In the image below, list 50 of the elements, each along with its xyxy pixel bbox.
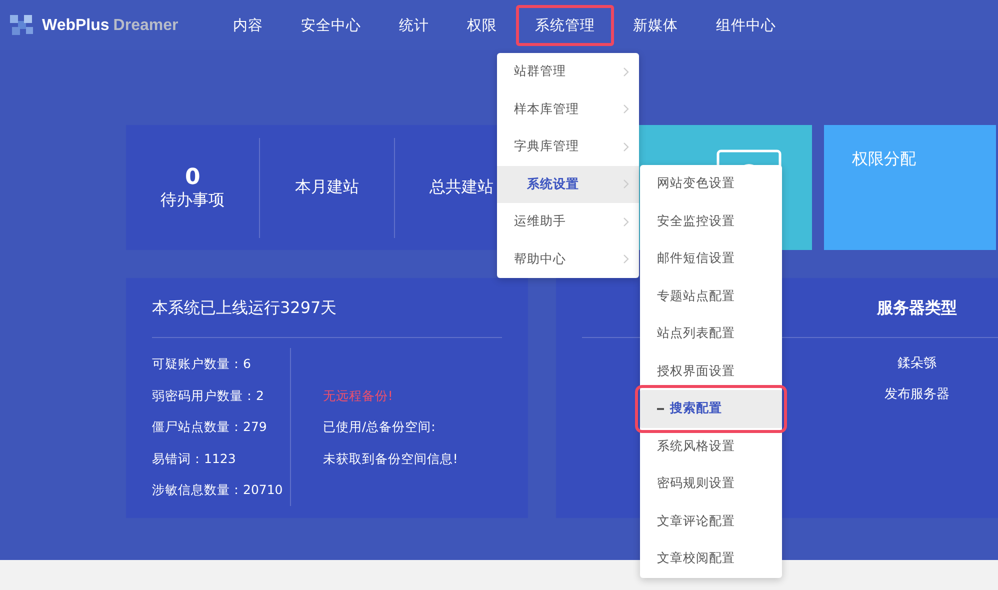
product-name: Dreamer bbox=[113, 17, 178, 34]
stat-line: 涉敏信息数量：20710 bbox=[152, 481, 284, 499]
chevron-icon bbox=[623, 142, 629, 152]
stat-label: 本月建站 bbox=[294, 177, 359, 198]
stat-line: 僵尸站点数量：279 bbox=[152, 418, 268, 436]
logo-text: WebPlus bbox=[42, 17, 110, 34]
chevron-icon bbox=[623, 216, 629, 227]
chevron-icon bbox=[623, 66, 629, 77]
menu-item[interactable]: 站群管理 bbox=[497, 53, 639, 90]
card-title: 服务器类型 bbox=[876, 298, 958, 319]
nav-item[interactable]: 安全中心 bbox=[282, 4, 380, 46]
menu-item[interactable]: 字典库管理 bbox=[497, 128, 639, 166]
nav-item[interactable]: 权限 bbox=[448, 4, 516, 46]
submenu-item[interactable]: 密码规则设置 bbox=[640, 465, 782, 502]
menu-item[interactable]: 运维助手 bbox=[497, 203, 639, 240]
dash-icon bbox=[657, 408, 664, 410]
stat-line: 弱密码用户数量：2 bbox=[152, 386, 265, 404]
submenu-item[interactable]: 专题站点配置 bbox=[640, 278, 782, 315]
menu-item[interactable]: 样本库管理 bbox=[497, 90, 639, 128]
stat-line: 未获取到备份空间信息! bbox=[322, 450, 459, 468]
nav-item[interactable]: 统计 bbox=[380, 4, 448, 46]
stat-label: 待办事项 bbox=[160, 190, 225, 210]
menu-item[interactable]: 帮助中心 bbox=[497, 240, 639, 278]
stat-value: 0 bbox=[185, 164, 200, 190]
submenu-item[interactable]: 站点列表配置 bbox=[640, 315, 782, 352]
submenu-item[interactable]: 邮件短信设置 bbox=[640, 240, 782, 278]
submenu-item[interactable]: 安全监控设置 bbox=[640, 202, 782, 240]
chevron-icon bbox=[623, 179, 629, 190]
nav-item[interactable]: 组件中心 bbox=[697, 4, 795, 46]
alert-text: 无远程备份! bbox=[322, 386, 394, 404]
stat-label: 总共建站 bbox=[429, 177, 494, 198]
submenu-item[interactable]: 搜索配置 bbox=[640, 390, 782, 428]
submenu-item[interactable]: 授权界面设置 bbox=[640, 352, 782, 390]
menu-item[interactable]: 系统设置 bbox=[497, 166, 639, 203]
stat-line: 已使用/总备份空间: bbox=[322, 418, 436, 436]
tile-title: 权限分配 bbox=[852, 149, 916, 169]
submenu-item[interactable]: 系统风格设置 bbox=[640, 428, 782, 465]
chevron-icon bbox=[623, 104, 629, 114]
chevron-icon bbox=[623, 254, 629, 264]
server-type: 鍒朵綔 bbox=[896, 355, 938, 373]
submenu-item[interactable]: 网站变色设置 bbox=[640, 165, 782, 202]
stat-line: 易错词：1123 bbox=[152, 450, 237, 468]
submenu-item[interactable]: 文章校阅配置 bbox=[640, 540, 782, 578]
nav-item[interactable]: 内容 bbox=[214, 4, 282, 46]
server-type: 发布服务器 bbox=[884, 386, 950, 404]
nav-item[interactable]: 新媒体 bbox=[614, 4, 697, 46]
card-title: 本系统已上线运行3297天 bbox=[152, 298, 502, 338]
submenu-item[interactable]: 文章评论配置 bbox=[640, 502, 782, 540]
stat-line: 可疑账户数量：6 bbox=[152, 355, 252, 373]
nav-item[interactable]: 系统管理 bbox=[516, 4, 614, 46]
